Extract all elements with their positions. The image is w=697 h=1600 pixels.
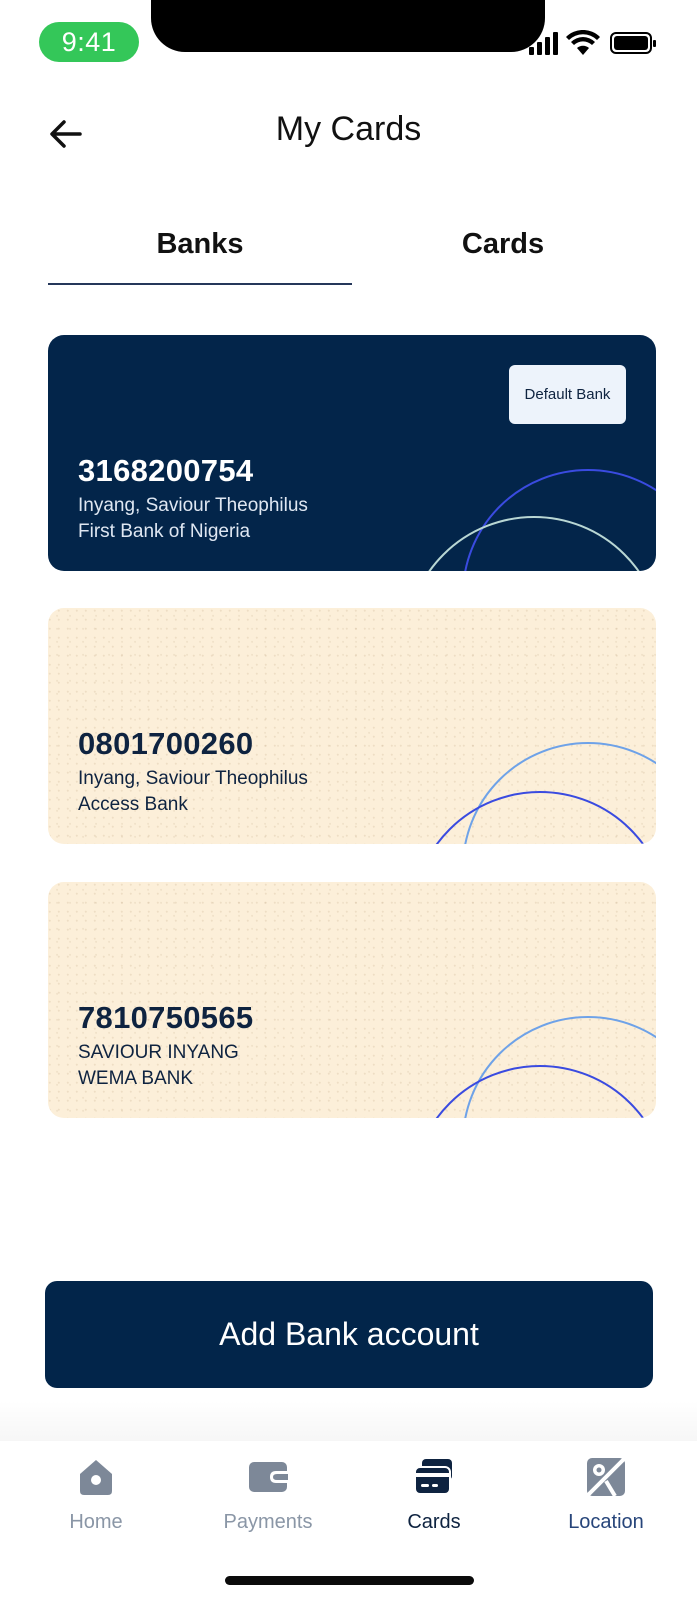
status-icons — [529, 30, 656, 55]
nav-item-home[interactable]: Home — [21, 1455, 171, 1555]
device-notch — [151, 0, 545, 52]
home-icon — [80, 1460, 112, 1495]
page-title: My Cards — [275, 110, 422, 148]
wifi-icon — [566, 30, 600, 55]
tab-banks[interactable]: Banks — [48, 228, 352, 288]
home-indicator — [225, 1576, 474, 1585]
account-number: 7810750565 — [78, 1000, 254, 1035]
bottom-nav-shadow — [0, 1400, 697, 1442]
status-bar: 9:41 — [0, 0, 697, 86]
nav-label-location: Location — [568, 1511, 644, 1533]
nav-item-location[interactable]: Location — [531, 1455, 681, 1555]
account-holder-name: SAVIOUR INYANG — [78, 1042, 239, 1063]
account-number: 0801700260 — [78, 726, 254, 761]
account-holder-name: Inyang, Saviour Theophilus — [78, 495, 308, 516]
bank-name: Access Bank — [78, 794, 188, 815]
account-number: 3168200754 — [78, 453, 254, 488]
bank-name: WEMA BANK — [78, 1068, 194, 1089]
nav-label-cards: Cards — [407, 1511, 461, 1533]
tab-cards[interactable]: Cards — [351, 228, 655, 288]
signal-icon — [529, 32, 558, 55]
add-bank-account-button[interactable]: Add Bank account — [45, 1281, 653, 1388]
wallet-icon — [249, 1462, 288, 1492]
nav-item-cards[interactable]: Cards — [359, 1455, 509, 1555]
battery-icon — [610, 32, 656, 54]
nav-label-home: Home — [69, 1511, 123, 1533]
active-tab-indicator — [48, 283, 352, 285]
account-holder-name: Inyang, Saviour Theophilus — [78, 768, 308, 789]
card-icon — [414, 1459, 452, 1495]
default-bank-badge: Default Bank — [509, 365, 626, 424]
nav-item-payments[interactable]: Payments — [193, 1455, 343, 1555]
status-time: 9:41 — [39, 22, 139, 62]
nav-label-payments: Payments — [223, 1511, 313, 1533]
bank-name: First Bank of Nigeria — [78, 521, 251, 542]
bank-account-card[interactable]: 0801700260 Inyang, Saviour Theophilus Ac… — [48, 608, 656, 844]
bank-account-card[interactable]: Default Bank 3168200754 Inyang, Saviour … — [48, 335, 656, 571]
map-icon — [585, 1456, 627, 1498]
bank-account-card[interactable]: 7810750565 SAVIOUR INYANG WEMA BANK — [48, 882, 656, 1118]
